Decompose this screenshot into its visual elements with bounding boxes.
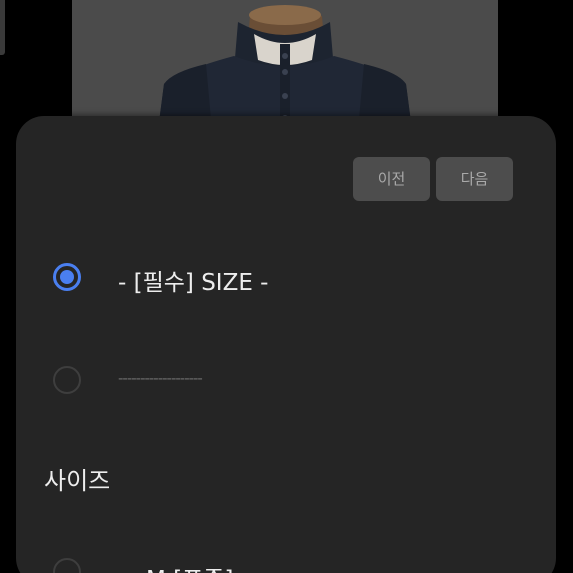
option-label: M [표준] xyxy=(146,560,233,573)
scroll-edge xyxy=(0,0,5,55)
option-item-size-m[interactable]: M [표준] xyxy=(0,548,573,573)
option-item-divider[interactable]: ------------------- xyxy=(0,355,573,405)
radio-selected-icon[interactable] xyxy=(53,263,81,291)
option-item-required-size[interactable]: - [필수] SIZE - xyxy=(0,252,573,302)
radio-unselected-icon[interactable] xyxy=(53,558,81,573)
section-title-size: 사이즈 xyxy=(44,467,111,495)
option-label: - [필수] SIZE - xyxy=(118,270,269,296)
option-label: ------------------- xyxy=(118,369,203,387)
prev-button[interactable]: 이전 xyxy=(353,157,430,201)
next-button[interactable]: 다음 xyxy=(436,157,513,201)
radio-unselected-icon[interactable] xyxy=(53,366,81,394)
product-image xyxy=(72,0,498,130)
page: 이전 다음 - [필수] SIZE - ------------------- … xyxy=(0,0,573,573)
vest-on-mannequin-image xyxy=(72,0,498,130)
